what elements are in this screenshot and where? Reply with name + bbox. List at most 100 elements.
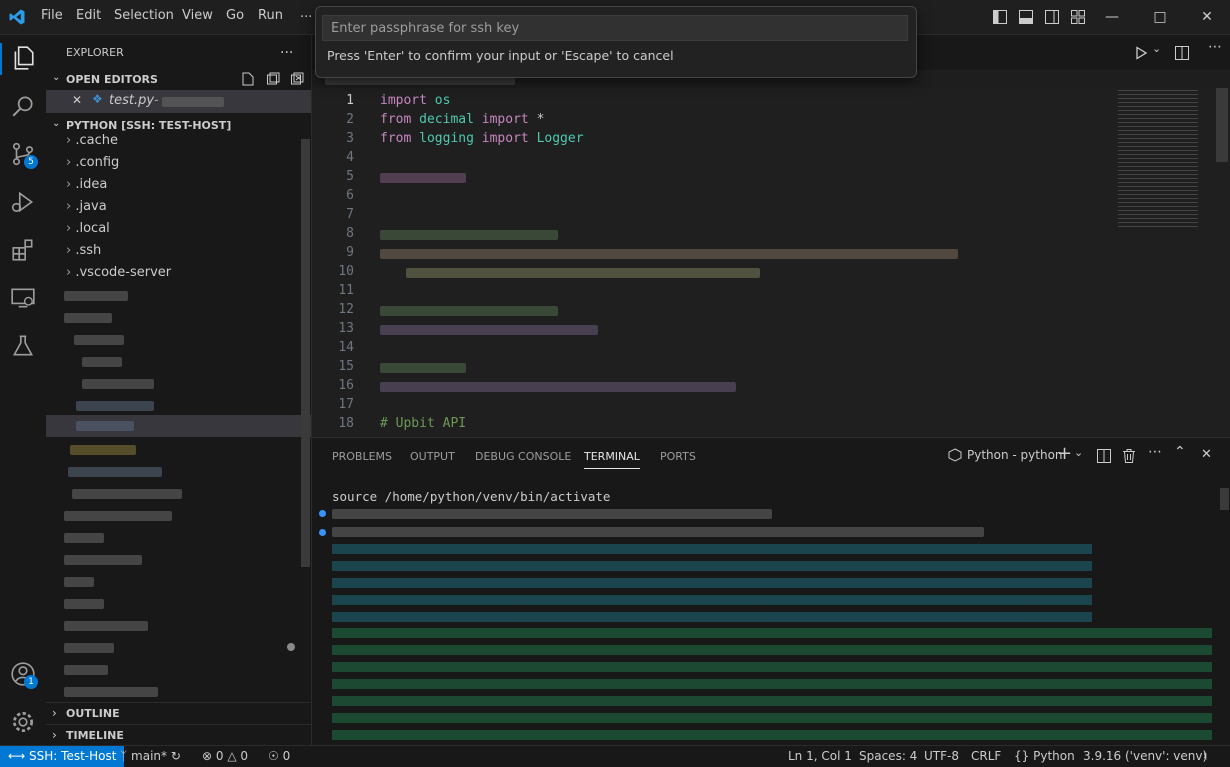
toggle-panel-icon[interactable] <box>1018 9 1034 25</box>
problems-indicator[interactable]: ⊗ 0 △ 0 <box>202 749 248 763</box>
chevron-right-icon[interactable]: › <box>52 706 57 720</box>
chevron-down-icon[interactable]: ⌄ <box>52 118 60 129</box>
menu-go[interactable]: Go <box>226 8 244 23</box>
selected-tree-row[interactable] <box>46 415 311 437</box>
search-icon[interactable] <box>10 93 36 119</box>
explorer-icon[interactable] <box>10 45 36 71</box>
menu-selection[interactable]: Selection <box>114 8 174 23</box>
folder-item-ssh[interactable]: › .ssh <box>66 243 101 258</box>
open-editor-filename: test.py <box>109 93 155 108</box>
command-decoration-icon <box>319 529 326 536</box>
line-number: 2 <box>346 112 354 127</box>
menu-view[interactable]: View <box>182 8 213 23</box>
python-file-icon: ❖ <box>92 92 103 106</box>
open-editors-header[interactable]: OPEN EDITORS <box>66 73 158 86</box>
chevron-down-icon[interactable]: ⌄ <box>1074 446 1083 459</box>
new-terminal-icon[interactable]: + <box>1057 443 1072 464</box>
remote-label: SSH: Test-Host <box>29 749 117 763</box>
redacted-tree-item <box>64 291 128 301</box>
sidebar-scrollbar[interactable] <box>301 139 310 567</box>
extensions-icon[interactable] <box>10 237 36 263</box>
editor-more-actions-button[interactable]: ⋯ <box>1208 39 1222 55</box>
testing-icon[interactable] <box>10 333 36 359</box>
redacted-breadcrumb <box>325 77 515 85</box>
terminal-scrollbar[interactable] <box>1220 488 1229 510</box>
workspace-folder-header[interactable]: PYTHON [SSH: TEST-HOST] <box>66 119 231 132</box>
menu-edit[interactable]: Edit <box>76 8 101 23</box>
line-number: 11 <box>338 283 354 298</box>
settings-gear-icon[interactable] <box>10 709 36 735</box>
redacted-tree-item <box>76 421 134 431</box>
line-number: 10 <box>338 264 354 279</box>
redacted-code <box>380 306 558 316</box>
line-number: 12 <box>338 302 354 317</box>
language-label: Python <box>1033 749 1075 763</box>
quick-input-message: Press 'Enter' to confirm your input or '… <box>327 48 674 63</box>
remote-indicator[interactable]: ⟷ SSH: Test-Host <box>0 746 125 767</box>
editor-scrollbar[interactable] <box>1216 88 1228 162</box>
run-python-file-icon[interactable] <box>1134 46 1148 60</box>
save-all-icon[interactable] <box>266 72 280 86</box>
toggle-primary-sidebar-icon[interactable] <box>992 9 1008 25</box>
folder-item-config[interactable]: › .config <box>66 155 119 170</box>
ports-count: 0 <box>282 749 291 763</box>
tab-output[interactable]: OUTPUT <box>410 450 455 463</box>
menu-file[interactable]: File <box>41 8 63 23</box>
folder-item-vscode-server[interactable]: › .vscode-server <box>66 265 171 280</box>
chevron-right-icon[interactable]: › <box>52 728 57 742</box>
close-editor-icon[interactable]: ✕ <box>72 93 82 107</box>
python-interpreter[interactable]: 3.9.16 ('venv': venv) <box>1083 749 1207 763</box>
folder-item-local[interactable]: › .local <box>66 221 110 236</box>
tab-terminal[interactable]: TERMINAL <box>584 450 640 469</box>
panel-more-button[interactable]: ⋯ <box>1148 444 1162 460</box>
close-panel-icon[interactable]: ✕ <box>1201 447 1212 462</box>
terminal-name[interactable]: Python - python <box>967 448 1063 462</box>
code-editor[interactable]: 1 2 3 4 5 6 7 8 9 10 11 12 13 14 15 16 1… <box>312 88 1230 437</box>
terminal-profile-icon <box>948 448 962 462</box>
maximize-button[interactable]: □ <box>1150 7 1170 27</box>
folder-item-cache[interactable]: › .cache <box>66 133 118 148</box>
ports-indicator[interactable]: ☉ 0 <box>268 749 290 763</box>
trash-icon[interactable] <box>1122 448 1136 464</box>
tab-ports[interactable]: PORTS <box>660 450 696 463</box>
git-branch-icon: ᛉ <box>120 749 128 763</box>
branch-indicator[interactable]: ᛉ main* ↻ <box>120 749 181 763</box>
timeline-header[interactable]: TIMELINE <box>66 729 124 742</box>
close-window-button[interactable]: ✕ <box>1197 7 1217 27</box>
remote-explorer-icon[interactable] <box>10 285 36 311</box>
toggle-secondary-sidebar-icon[interactable] <box>1044 9 1060 25</box>
tab-problems[interactable]: PROBLEMS <box>332 450 392 463</box>
minimize-button[interactable]: — <box>1102 7 1122 27</box>
folder-item-java[interactable]: › .java <box>66 199 107 214</box>
line-number: 17 <box>338 397 354 412</box>
cursor-position[interactable]: Ln 1, Col 1 <box>788 749 852 763</box>
menu-more[interactable]: ... <box>300 6 312 21</box>
notifications-bell-icon[interactable]: ♮ <box>1203 749 1207 763</box>
chevron-down-icon[interactable]: ⌄ <box>52 72 60 83</box>
indentation[interactable]: Spaces: 4 <box>859 749 917 763</box>
outline-header[interactable]: OUTLINE <box>66 707 120 720</box>
redacted-tree-item <box>64 621 148 631</box>
split-editor-icon[interactable] <box>1174 45 1190 61</box>
vscode-logo-icon <box>9 9 25 25</box>
passphrase-input[interactable] <box>322 15 908 41</box>
language-mode[interactable]: {} Python <box>1014 749 1075 763</box>
close-all-editors-icon[interactable] <box>290 72 304 86</box>
customize-layout-icon[interactable] <box>1070 9 1086 25</box>
open-editor-row[interactable]: ✕ ❖ test.py - <box>46 90 311 113</box>
outline-divider <box>46 702 311 703</box>
sidebar-more-button[interactable]: ... <box>280 41 293 57</box>
new-untitled-file-icon[interactable] <box>241 72 255 86</box>
maximize-panel-icon[interactable]: ⌃ <box>1174 444 1186 460</box>
split-terminal-icon[interactable] <box>1096 448 1112 464</box>
line-endings[interactable]: CRLF <box>971 749 1001 763</box>
minimap[interactable] <box>1118 90 1198 230</box>
tab-debug-console[interactable]: DEBUG CONSOLE <box>475 450 571 463</box>
folder-item-idea[interactable]: › .idea <box>66 177 107 192</box>
passphrase-quick-input: Press 'Enter' to confirm your input or '… <box>315 6 917 78</box>
encoding[interactable]: UTF-8 <box>924 749 959 763</box>
run-debug-icon[interactable] <box>10 189 36 215</box>
chevron-down-icon[interactable]: ⌄ <box>1152 42 1161 55</box>
redacted-tree-item <box>64 687 158 697</box>
menu-run[interactable]: Run <box>258 8 283 23</box>
